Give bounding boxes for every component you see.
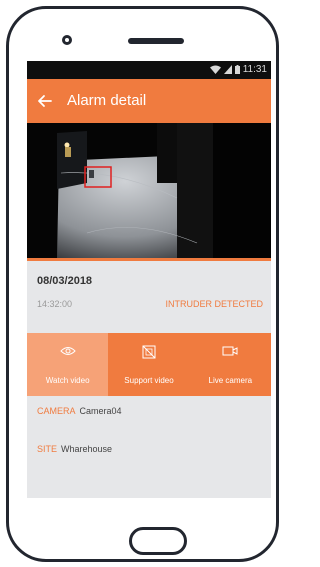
site-detail: SITE Wharehouse (37, 444, 112, 454)
action-bar: Watch video Support video Live camera (27, 333, 271, 396)
video-camera-icon (222, 346, 238, 356)
alarm-video-snapshot[interactable] (27, 123, 271, 258)
status-time: 11:31 (242, 64, 267, 75)
live-camera-button[interactable]: Live camera (189, 333, 271, 396)
no-video-icon (142, 345, 156, 359)
home-button[interactable] (129, 527, 187, 555)
alarm-date: 08/03/2018 (37, 275, 93, 287)
support-video-label: Support video (124, 376, 174, 385)
camera-snapshot (27, 123, 271, 258)
support-video-button[interactable]: Support video (108, 333, 190, 396)
wifi-icon (209, 65, 221, 74)
front-camera (62, 35, 72, 45)
speaker-grille (128, 38, 184, 44)
live-camera-label: Live camera (208, 376, 253, 385)
site-value: Wharehouse (61, 444, 113, 454)
battery-icon (234, 65, 240, 74)
watch-video-button[interactable]: Watch video (27, 333, 109, 396)
alarm-time: 14:32:00 (37, 299, 73, 309)
eye-icon (59, 347, 76, 355)
cell-signal-icon (223, 65, 232, 74)
watch-video-label: Watch video (45, 376, 90, 385)
alarm-event-type: INTRUDER DETECTED (165, 299, 263, 309)
status-bar: 11:31 (27, 61, 271, 79)
page-title: Alarm detail (67, 92, 147, 109)
camera-label: CAMERA (37, 406, 76, 416)
camera-detail: CAMERA Camera04 (37, 406, 122, 416)
app-screen: 11:31 Alarm detail 08/03/2018 14:32:00 I… (27, 61, 271, 498)
alarm-info: 08/03/2018 14:32:00 INTRUDER DETECTED (27, 261, 271, 336)
site-label: SITE (37, 444, 58, 454)
camera-value: Camera04 (79, 406, 122, 416)
back-arrow-icon[interactable] (36, 92, 54, 110)
app-bar: Alarm detail (27, 79, 271, 123)
